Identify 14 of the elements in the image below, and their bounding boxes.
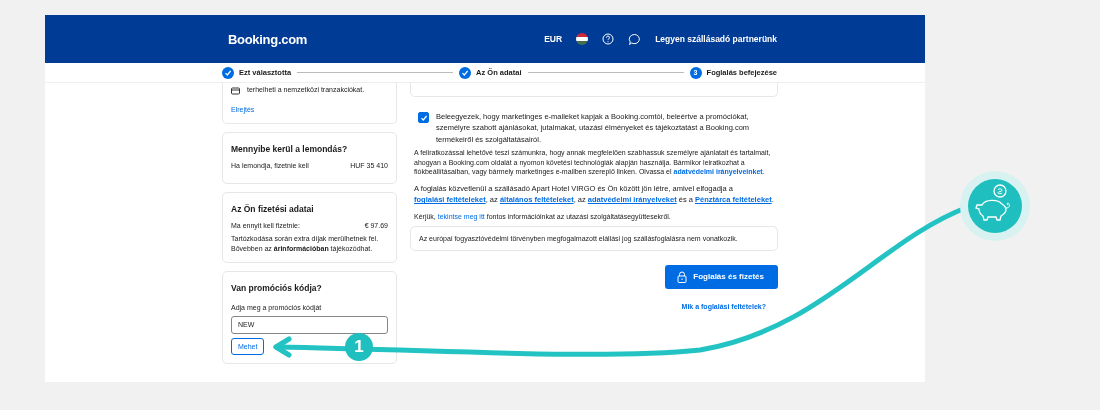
piggy-bank-icon [960, 171, 1030, 241]
marketing-checkbox[interactable] [418, 112, 429, 123]
card-icon [231, 87, 241, 96]
partner-link[interactable]: Legyen szállásadó partnerünk [655, 34, 777, 44]
card-title: Van promóciós kódja? [231, 282, 323, 295]
flag-icon[interactable] [576, 33, 589, 45]
help-icon[interactable] [602, 33, 615, 45]
book-and-pay-button[interactable]: Foglalás és fizetés [665, 264, 778, 289]
card-title: Mennyibe kerül a lemondás? [231, 143, 349, 156]
card-title: Az Ön fizetési adatai [231, 202, 315, 215]
lock-icon [677, 270, 688, 283]
currency-button[interactable]: EUR [544, 34, 563, 44]
chat-icon[interactable] [628, 32, 642, 46]
logo[interactable]: Booking.com [228, 31, 308, 47]
